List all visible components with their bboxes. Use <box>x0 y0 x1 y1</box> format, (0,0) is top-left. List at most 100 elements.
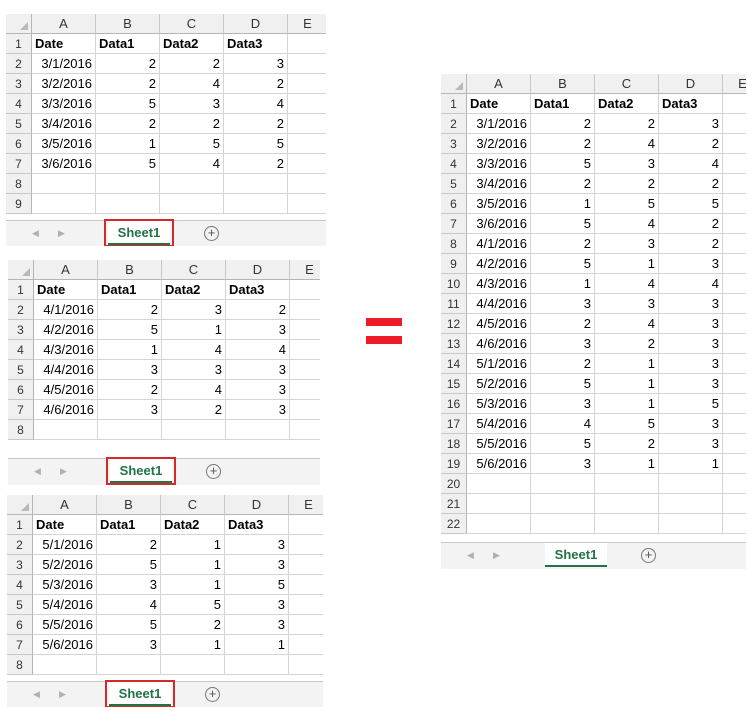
cell-b[interactable]: 3 <box>531 454 595 474</box>
select-all-icon[interactable] <box>441 74 467 94</box>
cell-e[interactable] <box>723 474 746 494</box>
cell-a[interactable]: 4/1/2016 <box>467 234 531 254</box>
scroll-left-arrow-icon[interactable]: ◀ <box>33 689 40 700</box>
cell-b[interactable] <box>531 494 595 514</box>
cell-d[interactable]: Data3 <box>224 34 288 54</box>
column-header-c[interactable]: C <box>162 260 226 280</box>
cell-d[interactable]: 2 <box>659 234 723 254</box>
cell-d[interactable]: 2 <box>659 134 723 154</box>
row-header[interactable]: 9 <box>441 254 467 274</box>
cell-d[interactable] <box>224 174 288 194</box>
cell-c[interactable] <box>595 494 659 514</box>
cell-e[interactable] <box>289 635 323 655</box>
cell-c[interactable]: Data2 <box>161 515 225 535</box>
select-all-icon[interactable] <box>6 14 32 34</box>
cell-c[interactable]: 5 <box>595 414 659 434</box>
cell-b[interactable]: 1 <box>98 340 162 360</box>
cell-b[interactable]: 5 <box>531 254 595 274</box>
row-header[interactable]: 2 <box>6 54 32 74</box>
column-header-d[interactable]: D <box>659 74 723 94</box>
cell-a[interactable]: 3/2/2016 <box>32 74 96 94</box>
scroll-right-arrow-icon[interactable]: ▶ <box>58 228 65 239</box>
cell-c[interactable]: 5 <box>161 595 225 615</box>
cell-c[interactable]: 3 <box>162 360 226 380</box>
cell-c[interactable]: 3 <box>160 94 224 114</box>
column-header-c[interactable]: C <box>161 495 225 515</box>
cell-b[interactable]: 3 <box>531 334 595 354</box>
cell-b[interactable] <box>96 174 160 194</box>
cell-c[interactable] <box>162 420 226 440</box>
cell-a[interactable]: Date <box>34 280 98 300</box>
cell-a[interactable]: 3/3/2016 <box>467 154 531 174</box>
cell-b[interactable]: 5 <box>96 94 160 114</box>
cell-d[interactable]: 2 <box>224 114 288 134</box>
cell-e[interactable] <box>290 300 320 320</box>
cell-b[interactable]: 2 <box>96 74 160 94</box>
row-header[interactable]: 2 <box>8 300 34 320</box>
cell-c[interactable]: Data2 <box>162 280 226 300</box>
cell-d[interactable]: 5 <box>224 134 288 154</box>
cell-d[interactable] <box>659 494 723 514</box>
cell-a[interactable]: 4/5/2016 <box>34 380 98 400</box>
cell-e[interactable] <box>289 655 323 675</box>
row-header[interactable]: 7 <box>8 400 34 420</box>
cell-d[interactable] <box>224 194 288 214</box>
row-header[interactable]: 1 <box>6 34 32 54</box>
add-sheet-icon[interactable]: + <box>206 464 221 479</box>
cell-d[interactable]: 2 <box>224 154 288 174</box>
cell-b[interactable]: 1 <box>531 274 595 294</box>
cell-d[interactable]: 5 <box>225 575 289 595</box>
cell-d[interactable]: 2 <box>659 214 723 234</box>
column-header-a[interactable]: A <box>32 14 96 34</box>
cell-d[interactable]: 3 <box>659 314 723 334</box>
cell-a[interactable]: 4/4/2016 <box>467 294 531 314</box>
cell-c[interactable]: 2 <box>595 174 659 194</box>
cell-e[interactable] <box>290 380 320 400</box>
cell-a[interactable] <box>467 474 531 494</box>
cell-c[interactable]: 5 <box>595 194 659 214</box>
cell-d[interactable]: 3 <box>226 380 290 400</box>
cell-c[interactable]: 2 <box>595 114 659 134</box>
cell-c[interactable]: Data2 <box>595 94 659 114</box>
cell-a[interactable] <box>467 494 531 514</box>
row-header[interactable]: 5 <box>441 174 467 194</box>
cell-e[interactable] <box>723 434 746 454</box>
cell-d[interactable]: 5 <box>659 194 723 214</box>
cell-a[interactable]: 5/5/2016 <box>467 434 531 454</box>
cell-e[interactable] <box>723 94 746 114</box>
cell-a[interactable]: 5/1/2016 <box>33 535 97 555</box>
column-header-b[interactable]: B <box>98 260 162 280</box>
cell-a[interactable]: 5/6/2016 <box>33 635 97 655</box>
cell-d[interactable]: 3 <box>225 595 289 615</box>
cell-e[interactable] <box>289 615 323 635</box>
cell-a[interactable]: 3/1/2016 <box>467 114 531 134</box>
cell-e[interactable] <box>288 94 326 114</box>
column-header-c[interactable]: C <box>160 14 224 34</box>
row-header[interactable]: 7 <box>7 635 33 655</box>
cell-c[interactable]: 4 <box>595 214 659 234</box>
cell-b[interactable]: 3 <box>98 360 162 380</box>
row-header[interactable]: 14 <box>441 354 467 374</box>
cell-b[interactable]: 3 <box>531 394 595 414</box>
cell-e[interactable] <box>288 174 326 194</box>
scroll-left-arrow-icon[interactable]: ◀ <box>467 550 474 561</box>
cell-e[interactable] <box>288 114 326 134</box>
row-header[interactable]: 3 <box>441 134 467 154</box>
cell-e[interactable] <box>723 454 746 474</box>
row-header[interactable]: 5 <box>6 114 32 134</box>
cell-c[interactable]: 1 <box>162 320 226 340</box>
cell-c[interactable]: 1 <box>595 374 659 394</box>
cell-d[interactable] <box>659 474 723 494</box>
cell-b[interactable] <box>531 474 595 494</box>
row-header[interactable]: 9 <box>6 194 32 214</box>
cell-c[interactable]: 1 <box>161 555 225 575</box>
row-header[interactable]: 3 <box>7 555 33 575</box>
column-header-c[interactable]: C <box>595 74 659 94</box>
cell-d[interactable]: 3 <box>225 555 289 575</box>
cell-c[interactable]: 3 <box>162 300 226 320</box>
cell-c[interactable]: Data2 <box>160 34 224 54</box>
cell-e[interactable] <box>723 194 746 214</box>
cell-b[interactable] <box>97 655 161 675</box>
cell-c[interactable]: 4 <box>160 154 224 174</box>
cell-e[interactable] <box>290 340 320 360</box>
